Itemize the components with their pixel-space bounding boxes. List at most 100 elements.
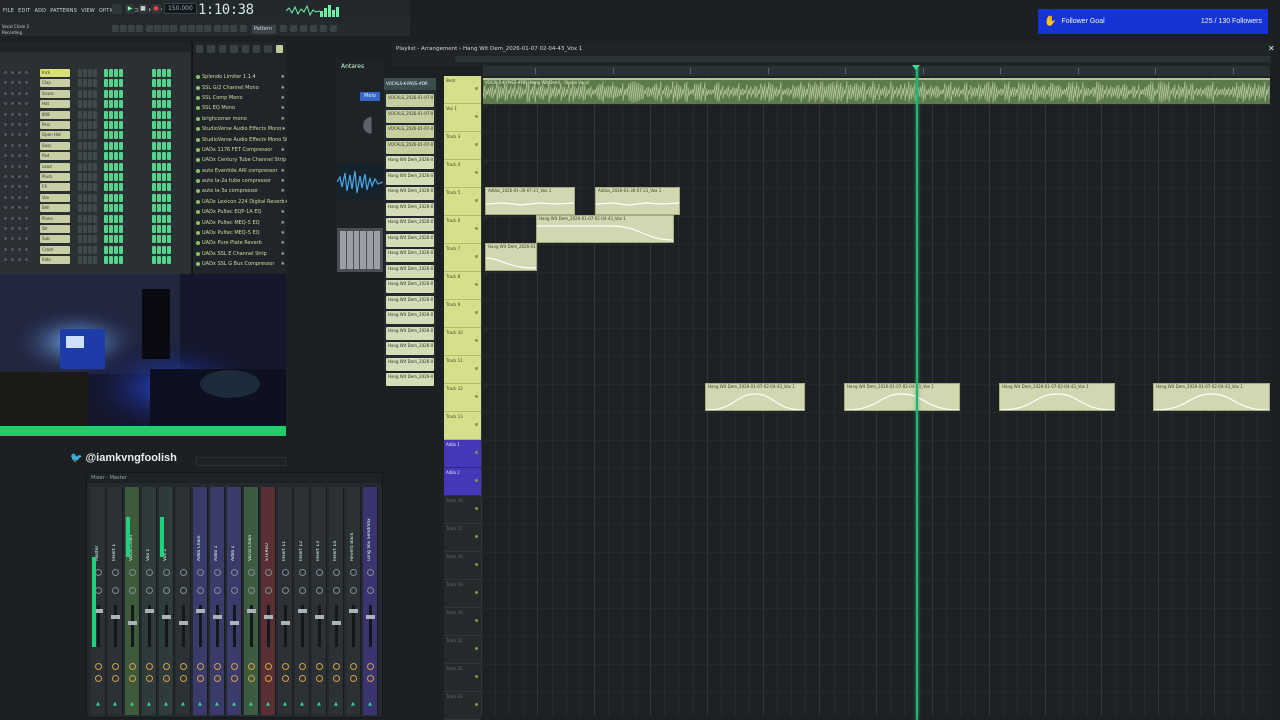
step[interactable] [152,245,156,254]
fader-cap[interactable] [162,615,171,619]
toolbar-tool-icon[interactable] [240,25,247,32]
step[interactable] [119,173,123,181]
pan-knob-icon[interactable] [180,569,187,576]
channel-led-icon[interactable] [18,216,21,220]
channel-led-icon[interactable] [11,91,14,95]
channel-led-icon[interactable] [25,227,28,230]
step[interactable] [162,79,166,88]
track-header[interactable]: Track 22 [444,664,481,692]
step[interactable] [152,141,156,150]
toolbar-tool-icon[interactable] [112,25,119,32]
step-sequencer-steps[interactable] [78,225,97,233]
step[interactable] [93,245,97,254]
stereo-knob-icon[interactable] [367,587,374,594]
send-knob-icon[interactable] [248,675,255,682]
route-arrow-icon[interactable]: ▲ [351,701,356,707]
step-sequencer-steps[interactable] [104,162,123,171]
volume-fader[interactable] [182,605,185,647]
channel-led-icon[interactable] [18,164,21,168]
clip-list-item[interactable]: Hang Wit Dem_2026-01 [386,202,434,216]
step-sequencer-steps[interactable] [78,89,97,98]
step-sequencer-steps[interactable] [78,204,97,213]
menu-item-view[interactable]: VIEW [81,8,95,14]
channel-led-icon[interactable] [4,247,7,251]
clip-list-item[interactable]: VOCALS_2026-01-07-0 [386,94,434,107]
step[interactable] [152,79,156,88]
step[interactable] [167,141,171,150]
track-mute-led-icon[interactable] [475,450,478,454]
favorite-star-icon[interactable]: ★ [281,85,285,91]
channel-row[interactable]: Bass [0,141,192,151]
track-header[interactable]: Track 7 [444,244,481,272]
favorite-star-icon[interactable]: ★ [281,230,285,236]
browser-tab-antares[interactable]: Antares [341,63,364,70]
step[interactable] [93,152,97,161]
channel-led-icon[interactable] [18,133,21,137]
step[interactable] [78,256,82,265]
favorite-star-icon[interactable]: ★ [285,199,287,205]
clip-list-item[interactable]: Hang Wit Dem_2026-01 [386,311,434,324]
channel-led-icon[interactable] [11,206,14,210]
stereo-knob-icon[interactable] [299,587,306,594]
step[interactable] [162,162,166,171]
channel-led-icon[interactable] [4,154,7,158]
step[interactable] [152,183,156,192]
step[interactable] [78,89,82,98]
channel-led-icon[interactable] [11,195,14,199]
pan-knob-icon[interactable] [282,569,289,576]
channel-led-icon[interactable] [4,164,7,168]
send-knob-icon[interactable] [214,663,221,670]
step[interactable] [119,89,123,98]
send-knob-icon[interactable] [112,675,119,682]
channel-led-icon[interactable] [4,258,7,262]
track-mute-led-icon[interactable] [475,198,478,202]
channel-led-icon[interactable] [18,71,21,74]
step[interactable] [119,225,123,233]
send-knob-icon[interactable] [197,663,204,670]
step[interactable] [114,110,118,119]
channel-led-icon[interactable] [4,133,7,137]
send-knob-icon[interactable] [299,663,306,670]
pan-knob-icon[interactable] [112,569,119,576]
step[interactable] [104,131,108,140]
step-sequencer-steps[interactable] [78,100,97,109]
toolbar-tool-icon[interactable] [188,25,195,32]
stereo-knob-icon[interactable] [146,587,153,594]
step[interactable] [88,110,92,119]
step-sequencer-steps[interactable] [104,100,123,109]
track-header[interactable]: Track 19 [444,580,481,608]
favorite-star-icon[interactable]: ★ [281,251,285,257]
track-mute-led-icon[interactable] [475,478,478,482]
send-knob-icon[interactable] [350,675,357,682]
track-header[interactable]: Beat [444,76,481,104]
step[interactable] [152,162,156,171]
step[interactable] [104,141,108,150]
channel-row[interactable]: Piano [0,214,192,224]
step[interactable] [93,204,97,213]
fader-cap[interactable] [264,615,273,619]
stereo-knob-icon[interactable] [333,587,340,594]
step[interactable] [78,235,82,244]
step[interactable] [167,245,171,254]
menu-item-patterns[interactable]: PATTERNS [50,8,77,14]
step[interactable] [119,79,123,88]
step[interactable] [109,79,113,88]
track-mute-led-icon[interactable] [475,506,478,510]
channel-led-icon[interactable] [25,247,28,251]
channel-led-icon[interactable] [25,81,28,85]
channel-name-button[interactable]: Bass [40,141,70,150]
send-knob-icon[interactable] [265,663,272,670]
favorite-star-icon[interactable]: ★ [281,188,285,194]
channel-led-icon[interactable] [25,154,28,158]
step[interactable] [114,183,118,192]
channel-led-icon[interactable] [11,133,14,137]
plugin-list-item[interactable]: brighcorner mono ★ [193,114,287,124]
step[interactable] [88,69,92,77]
playhead-marker[interactable] [912,65,920,70]
channel-led-icon[interactable] [25,185,28,189]
track-mute-led-icon[interactable] [475,702,478,706]
volume-fader[interactable] [267,605,270,647]
channel-led-icon[interactable] [4,91,7,95]
favorite-star-icon[interactable]: ★ [281,168,285,174]
toolbar-tool-icon[interactable] [330,25,337,32]
